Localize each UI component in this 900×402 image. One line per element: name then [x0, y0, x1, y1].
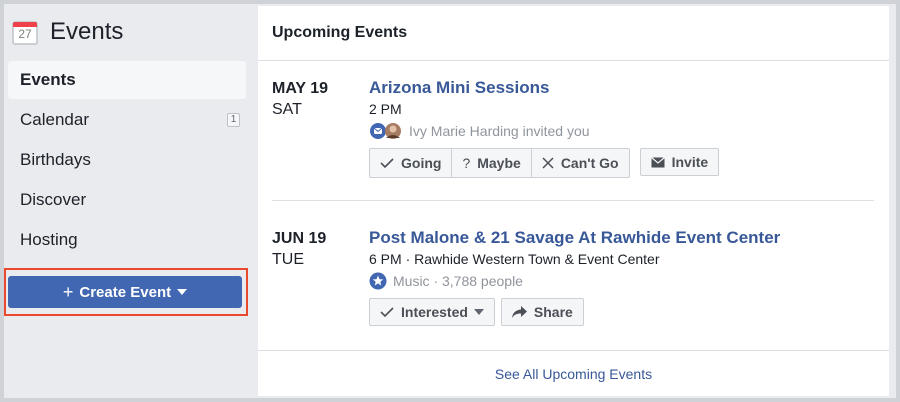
maybe-button[interactable]: ? Maybe	[451, 149, 530, 177]
interested-label: Interested	[401, 304, 468, 320]
sidebar-item-birthdays[interactable]: Birthdays	[8, 141, 246, 179]
event-category-text: Music · 3,788 people	[393, 273, 523, 289]
event-time: 6 PM · Rawhide Western Town & Event Cent…	[369, 251, 660, 267]
event-month-day: JUN 19	[272, 230, 327, 247]
share-button[interactable]: Share	[500, 298, 584, 326]
rsvp-button-group: Going ? Maybe Can't Go	[369, 148, 630, 178]
message-avatar-icon	[369, 122, 403, 140]
sidebar-item-label: Events	[20, 70, 76, 89]
page-title: Events	[50, 18, 124, 45]
interested-button[interactable]: Interested	[369, 298, 495, 326]
calendar-icon-day: 27	[18, 27, 32, 41]
sidebar-item-hosting[interactable]: Hosting	[8, 221, 246, 259]
share-arrow-icon	[511, 306, 527, 318]
event-action-buttons: Interested Share	[369, 298, 869, 328]
create-event-button[interactable]: + Create Event	[8, 276, 242, 308]
event-body: Post Malone & 21 Savage At Rawhide Event…	[369, 228, 869, 328]
event-date: MAY 19 SAT	[272, 78, 328, 120]
invite-button[interactable]: Invite	[639, 148, 720, 176]
chevron-down-icon	[473, 309, 484, 315]
checkmark-icon	[380, 306, 394, 318]
sidebar: 27 Events Events Calendar 1 Birthdays Di…	[4, 4, 252, 398]
event-meta: Music · 3,788 people	[369, 271, 869, 291]
event-meta: Ivy Marie Harding invited you	[369, 121, 869, 141]
question-icon: ?	[462, 155, 471, 171]
sidebar-item-label: Hosting	[20, 230, 78, 249]
event-divider	[272, 200, 874, 201]
going-button[interactable]: Going	[370, 149, 451, 177]
sidebar-item-discover[interactable]: Discover	[8, 181, 246, 219]
upcoming-events-card: Upcoming Events MAY 19 SAT Arizona Mini …	[258, 6, 889, 396]
event-title-link[interactable]: Post Malone & 21 Savage At Rawhide Event…	[369, 228, 869, 248]
sidebar-item-events[interactable]: Events	[8, 61, 246, 99]
checkmark-icon	[380, 157, 394, 169]
sidebar-item-label: Discover	[20, 190, 87, 209]
star-badge-icon	[369, 272, 387, 290]
sidebar-header: 27 Events	[12, 14, 123, 50]
close-icon	[542, 157, 554, 169]
event-invite-text: Ivy Marie Harding invited you	[409, 123, 590, 139]
create-event-label: Create Event	[79, 283, 172, 301]
going-label: Going	[401, 155, 442, 171]
sidebar-nav: Events Calendar 1 Birthdays Discover Hos…	[8, 61, 246, 261]
event-month-day: MAY 19	[272, 80, 329, 97]
sidebar-item-calendar[interactable]: Calendar 1	[8, 101, 246, 139]
plus-icon: +	[62, 281, 74, 302]
calendar-count-badge: 1	[227, 113, 240, 127]
chevron-down-icon	[177, 289, 188, 295]
invite-label: Invite	[671, 154, 709, 170]
cant-go-label: Can't Go	[560, 155, 619, 171]
upcoming-events-header: Upcoming Events	[258, 6, 889, 61]
see-all-events-link[interactable]: See All Upcoming Events	[258, 350, 889, 396]
event-rsvp-buttons: Going ? Maybe Can't Go Invite	[369, 148, 869, 178]
event-time: 2 PM	[369, 101, 402, 117]
cant-go-button[interactable]: Can't Go	[530, 149, 629, 177]
sidebar-item-label: Birthdays	[20, 150, 91, 169]
share-label: Share	[533, 304, 573, 320]
event-date: JUN 19 TUE	[272, 228, 326, 270]
sidebar-item-label: Calendar	[20, 110, 89, 129]
event-weekday: TUE	[272, 251, 304, 268]
envelope-icon	[650, 156, 665, 168]
event-body: Arizona Mini Sessions 2 PM Ivy Marie Har…	[369, 78, 869, 178]
event-weekday: SAT	[272, 101, 302, 118]
calendar-icon: 27	[12, 19, 38, 45]
event-title-link[interactable]: Arizona Mini Sessions	[369, 78, 869, 98]
maybe-label: Maybe	[477, 155, 521, 171]
